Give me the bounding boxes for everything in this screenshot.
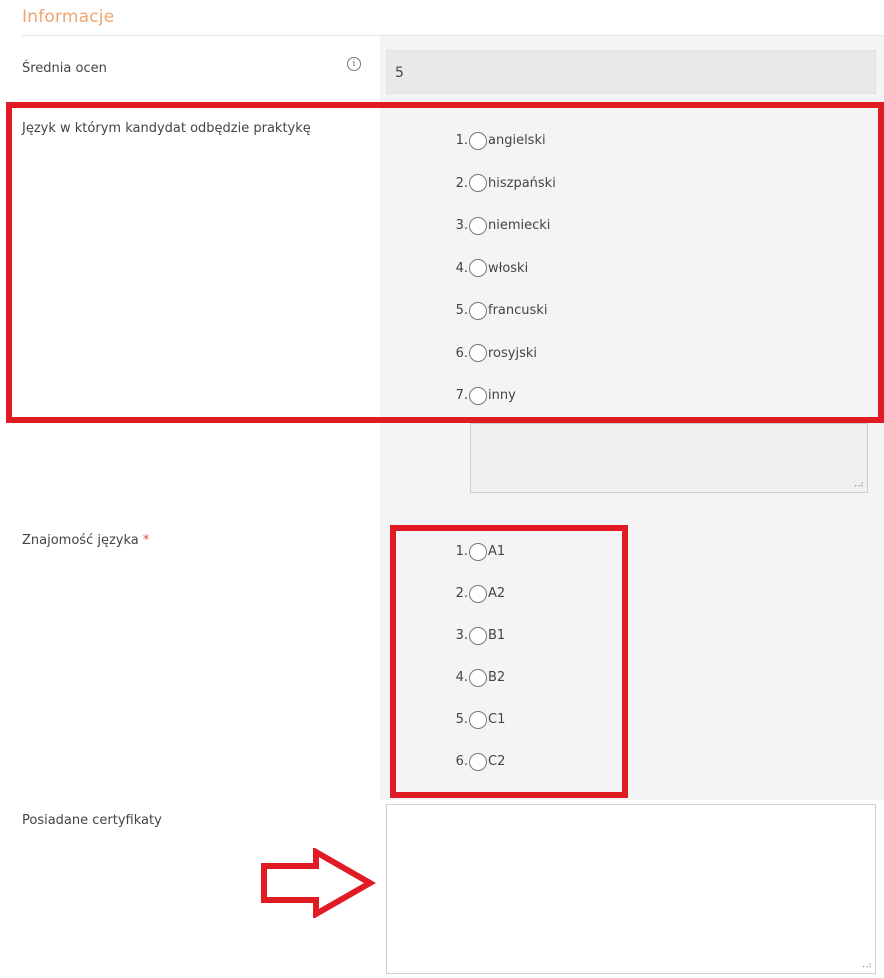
radio-option-b2[interactable]: 4. B2 xyxy=(450,667,505,688)
radio-option-a2[interactable]: 2. A2 xyxy=(450,583,505,604)
average-label: Średnia ocen xyxy=(22,61,107,76)
radio-circle-icon[interactable] xyxy=(469,131,487,150)
radio-option-c2[interactable]: 6. C2 xyxy=(450,751,505,772)
radio-option-a1[interactable]: 1. A1 xyxy=(450,541,505,562)
radio-option-inny[interactable]: 7. inny xyxy=(450,385,556,406)
radio-circle-icon[interactable] xyxy=(469,626,487,645)
certificates-label: Posiadane certyfikaty xyxy=(22,813,162,828)
radio-circle-icon[interactable] xyxy=(469,752,487,771)
option-number: 1. xyxy=(455,133,468,148)
option-label[interactable]: A2 xyxy=(488,586,505,601)
radio-option-francuski[interactable]: 5. francuski xyxy=(450,300,556,321)
radio-circle-icon[interactable] xyxy=(469,174,487,192)
option-label[interactable]: rosyjski xyxy=(488,346,537,361)
option-number: 5. xyxy=(455,712,468,727)
required-marker: * xyxy=(142,533,150,548)
radio-circle-icon[interactable] xyxy=(469,668,487,687)
option-label[interactable]: A1 xyxy=(488,544,505,559)
option-label[interactable]: angielski xyxy=(488,133,546,148)
option-label[interactable]: francuski xyxy=(488,303,547,318)
option-number: 6. xyxy=(455,754,468,769)
certificates-textarea[interactable]: ⠠⠴ xyxy=(386,804,876,974)
language-radio-group: 1. angielski 2. hiszpański 3. niemiecki … xyxy=(450,130,556,406)
radio-circle-icon[interactable] xyxy=(469,301,487,320)
radio-circle-icon[interactable] xyxy=(469,542,487,561)
option-label[interactable]: hiszpański xyxy=(488,176,556,191)
radio-circle-icon[interactable] xyxy=(469,386,487,405)
section-title: Informacje xyxy=(22,7,115,27)
option-label[interactable]: C1 xyxy=(488,712,505,727)
option-label[interactable]: B2 xyxy=(488,670,505,685)
resize-grip-icon[interactable]: ⠠⠴ xyxy=(859,962,872,971)
option-number: 5. xyxy=(455,303,468,318)
info-icon[interactable]: i xyxy=(347,57,361,71)
option-label[interactable]: włoski xyxy=(488,261,528,276)
radio-option-wloski[interactable]: 4. włoski xyxy=(450,258,556,279)
radio-circle-icon[interactable] xyxy=(469,710,487,729)
proficiency-label-text: Znajomość języka xyxy=(22,533,139,548)
option-label[interactable]: inny xyxy=(488,388,516,403)
radio-circle-icon[interactable] xyxy=(469,259,487,277)
option-number: 2. xyxy=(455,586,468,601)
option-number: 4. xyxy=(455,260,468,276)
red-arrow-icon xyxy=(261,848,376,918)
option-label[interactable]: C2 xyxy=(488,754,505,769)
radio-circle-icon[interactable] xyxy=(469,344,487,362)
radio-option-c1[interactable]: 5. C1 xyxy=(450,709,505,730)
option-number: 3. xyxy=(455,628,468,643)
proficiency-label: Znajomość języka * xyxy=(22,530,149,551)
radio-option-rosyjski[interactable]: 6. rosyjski xyxy=(450,343,556,364)
option-number: 4. xyxy=(455,670,468,685)
radio-option-hiszpanski[interactable]: 2. hiszpański xyxy=(450,173,556,194)
radio-option-niemiecki[interactable]: 3. niemiecki xyxy=(450,215,556,236)
radio-option-angielski[interactable]: 1. angielski xyxy=(450,130,556,151)
average-value-field: 5 xyxy=(386,50,876,94)
language-label: Język w którym kandydat odbędzie praktyk… xyxy=(22,121,311,136)
resize-grip-icon[interactable]: ⠠⠴ xyxy=(851,481,864,490)
option-number: 2. xyxy=(455,175,468,191)
option-number: 3. xyxy=(455,218,468,233)
option-label[interactable]: niemiecki xyxy=(488,218,550,233)
option-number: 1. xyxy=(455,544,468,559)
proficiency-radio-group: 1. A1 2. A2 3. B1 4. B2 5. C1 6. C2 xyxy=(450,541,505,772)
radio-circle-icon[interactable] xyxy=(469,216,487,235)
radio-option-b1[interactable]: 3. B1 xyxy=(450,625,505,646)
other-language-textarea[interactable]: ⠠⠴ xyxy=(470,423,868,493)
option-label[interactable]: B1 xyxy=(488,628,505,643)
option-number: 6. xyxy=(455,345,468,361)
radio-circle-icon[interactable] xyxy=(469,584,487,603)
option-number: 7. xyxy=(455,388,468,403)
